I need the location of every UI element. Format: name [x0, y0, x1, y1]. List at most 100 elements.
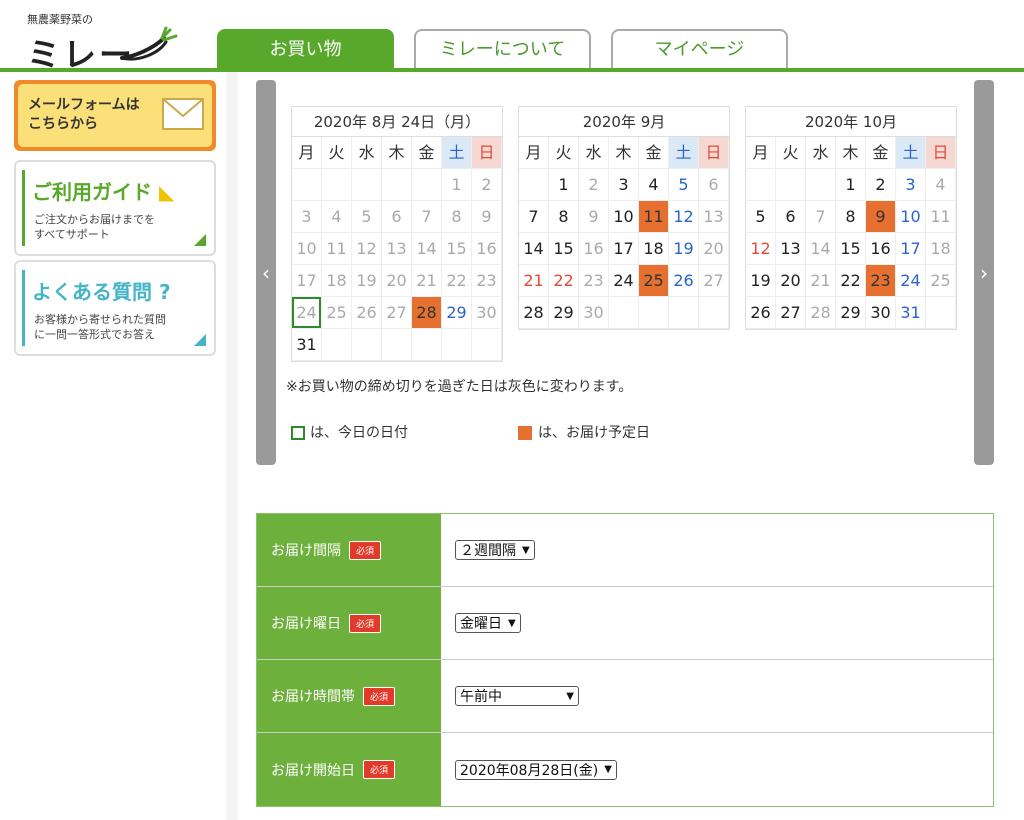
calendar-day[interactable]: 21: [412, 265, 442, 297]
calendar-day[interactable]: 4: [322, 201, 352, 233]
calendar-day[interactable]: 21: [806, 265, 836, 297]
calendar-day[interactable]: 15: [549, 233, 579, 265]
calendar-day[interactable]: 11: [926, 201, 956, 233]
calendar-day[interactable]: 4: [639, 169, 669, 201]
calendar-day[interactable]: 15: [836, 233, 866, 265]
calendar-day[interactable]: 22: [442, 265, 472, 297]
calendar-day[interactable]: 16: [472, 233, 502, 265]
calendar-day[interactable]: 27: [776, 297, 806, 329]
calendar-day[interactable]: 20: [776, 265, 806, 297]
calendar-day[interactable]: 25: [639, 265, 669, 297]
calendar-day[interactable]: 31: [896, 297, 926, 329]
calendar-day[interactable]: 24: [292, 297, 322, 329]
calendar-day[interactable]: 20: [699, 233, 729, 265]
calendar-day[interactable]: 25: [926, 265, 956, 297]
calendar-day[interactable]: 12: [352, 233, 382, 265]
weekday-select[interactable]: 金曜日 ▼: [455, 613, 521, 633]
calendar-day[interactable]: 29: [836, 297, 866, 329]
calendar-day[interactable]: 9: [472, 201, 502, 233]
tab-about[interactable]: ミレーについて: [414, 29, 591, 69]
calendar-day[interactable]: 6: [776, 201, 806, 233]
calendar-day[interactable]: 30: [866, 297, 896, 329]
calendar-day[interactable]: 18: [322, 265, 352, 297]
calendar-day[interactable]: 1: [836, 169, 866, 201]
calendar-day[interactable]: 14: [519, 233, 549, 265]
calendar-day[interactable]: 26: [352, 297, 382, 329]
calendar-day[interactable]: 11: [639, 201, 669, 233]
next-month-button[interactable]: ›: [974, 80, 994, 465]
calendar-day[interactable]: 26: [746, 297, 776, 329]
calendar-day[interactable]: 16: [866, 233, 896, 265]
calendar-day[interactable]: 29: [549, 297, 579, 329]
calendar-day[interactable]: 23: [472, 265, 502, 297]
calendar-day[interactable]: 10: [609, 201, 639, 233]
calendar-day[interactable]: 31: [292, 329, 322, 361]
tab-mypage[interactable]: マイページ: [611, 29, 788, 69]
calendar-day[interactable]: 18: [639, 233, 669, 265]
calendar-day[interactable]: 27: [382, 297, 412, 329]
calendar-day[interactable]: 17: [609, 233, 639, 265]
calendar-day[interactable]: 21: [519, 265, 549, 297]
calendar-day[interactable]: 26: [669, 265, 699, 297]
calendar-day[interactable]: 23: [579, 265, 609, 297]
calendar-day[interactable]: 5: [352, 201, 382, 233]
calendar-day[interactable]: 12: [746, 233, 776, 265]
calendar-day[interactable]: 28: [412, 297, 442, 329]
calendar-day[interactable]: 28: [806, 297, 836, 329]
calendar-day[interactable]: 9: [579, 201, 609, 233]
calendar-day[interactable]: 4: [926, 169, 956, 201]
calendar-day[interactable]: 7: [806, 201, 836, 233]
calendar-day[interactable]: 13: [776, 233, 806, 265]
calendar-day[interactable]: 2: [579, 169, 609, 201]
calendar-day[interactable]: 2: [866, 169, 896, 201]
time-slot-select[interactable]: 午前中 ▼: [455, 686, 579, 706]
prev-month-button[interactable]: ‹: [256, 80, 276, 465]
calendar-day[interactable]: 19: [669, 233, 699, 265]
guide-link[interactable]: ご利用ガイド ◣ ご注文からお届けまでを すべてサポート: [14, 160, 216, 256]
tab-shopping[interactable]: お買い物: [217, 29, 394, 69]
calendar-day[interactable]: 3: [609, 169, 639, 201]
mail-form-banner[interactable]: メールフォームは こちらから: [14, 80, 216, 151]
calendar-day[interactable]: 3: [896, 169, 926, 201]
calendar-day[interactable]: 3: [292, 201, 322, 233]
calendar-day[interactable]: 11: [322, 233, 352, 265]
calendar-day[interactable]: 20: [382, 265, 412, 297]
calendar-day[interactable]: 30: [579, 297, 609, 329]
calendar-day[interactable]: 8: [836, 201, 866, 233]
calendar-day[interactable]: 1: [549, 169, 579, 201]
calendar-day[interactable]: 14: [806, 233, 836, 265]
start-date-select[interactable]: 2020年08月28日(金) ▼: [455, 759, 617, 780]
calendar-day[interactable]: 18: [926, 233, 956, 265]
calendar-day[interactable]: 8: [549, 201, 579, 233]
calendar-day[interactable]: 9: [866, 201, 896, 233]
calendar-day[interactable]: 12: [669, 201, 699, 233]
calendar-day[interactable]: 23: [866, 265, 896, 297]
faq-link[interactable]: よくある質問 ? お客様から寄せられた質問 に一問一答形式でお答え: [14, 260, 216, 356]
calendar-day[interactable]: 10: [292, 233, 322, 265]
calendar-day[interactable]: 10: [896, 201, 926, 233]
calendar-day[interactable]: 15: [442, 233, 472, 265]
calendar-day[interactable]: 14: [412, 233, 442, 265]
calendar-day[interactable]: 13: [382, 233, 412, 265]
calendar-day[interactable]: 13: [699, 201, 729, 233]
calendar-day[interactable]: 19: [746, 265, 776, 297]
calendar-day[interactable]: 6: [382, 201, 412, 233]
calendar-day[interactable]: 19: [352, 265, 382, 297]
interval-select[interactable]: ２週間隔 ▼: [455, 540, 535, 560]
calendar-day[interactable]: 29: [442, 297, 472, 329]
calendar-day[interactable]: 28: [519, 297, 549, 329]
calendar-day[interactable]: 7: [412, 201, 442, 233]
calendar-day[interactable]: 16: [579, 233, 609, 265]
calendar-day[interactable]: 30: [472, 297, 502, 329]
calendar-day[interactable]: 22: [836, 265, 866, 297]
calendar-day[interactable]: 2: [472, 169, 502, 201]
calendar-day[interactable]: 24: [609, 265, 639, 297]
calendar-day[interactable]: 6: [699, 169, 729, 201]
calendar-day[interactable]: 27: [699, 265, 729, 297]
calendar-day[interactable]: 24: [896, 265, 926, 297]
calendar-day[interactable]: 5: [746, 201, 776, 233]
calendar-day[interactable]: 17: [292, 265, 322, 297]
calendar-day[interactable]: 5: [669, 169, 699, 201]
calendar-day[interactable]: 25: [322, 297, 352, 329]
calendar-day[interactable]: 22: [549, 265, 579, 297]
